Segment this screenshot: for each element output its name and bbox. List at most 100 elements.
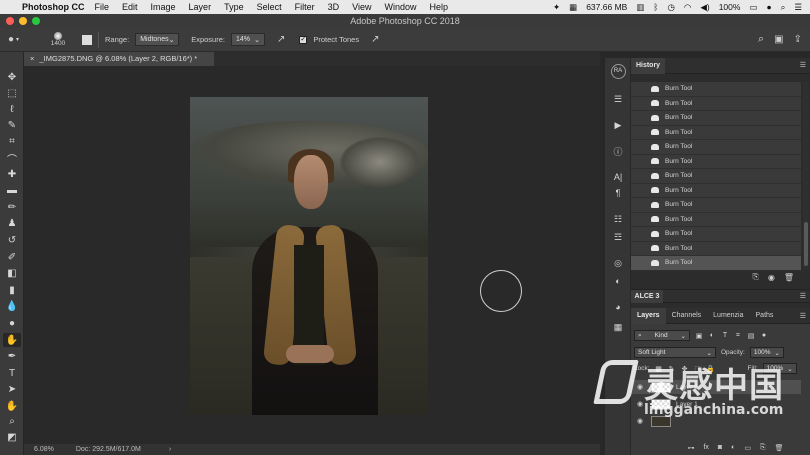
bluetooth-icon[interactable]: ᛒ [653,2,658,12]
lock-all-icon[interactable]: 🔒 [706,365,715,373]
layer-row-background[interactable]: ◉ [631,414,801,428]
history-step[interactable]: Burn Tool [631,155,801,169]
tab-channels[interactable]: Channels [666,308,708,324]
dodge-tool-icon[interactable]: ● [3,316,21,330]
menu-filter[interactable]: Filter [295,2,315,12]
crop-tool-icon[interactable]: ⌗ [3,134,21,148]
history-tab[interactable]: History [631,58,665,74]
menu-3d[interactable]: 3D [328,2,340,12]
tab-paths[interactable]: Paths [750,308,780,324]
new-layer-icon[interactable]: ⎘ [760,444,766,452]
document-tab[interactable]: × _IMG2875.DNG @ 6.08% (Layer 2, RGB/16*… [24,52,214,66]
menu-image[interactable]: Image [151,2,176,12]
paragraph-icon[interactable]: ¶ [610,186,626,200]
delete-state-icon[interactable]: 🗑 [784,273,794,282]
tab-lumenzia[interactable]: Lumenzia [707,308,749,324]
brush-preset-picker[interactable]: 1400 [46,32,70,47]
history-panel-icon[interactable]: ☰ [610,92,626,106]
history-step[interactable]: Burn Tool [631,111,801,126]
color-icon[interactable]: ◕ [610,300,626,314]
user-icon[interactable]: ● [766,2,771,12]
lock-position-icon[interactable]: ✥ [681,365,689,373]
actions-play-icon[interactable]: ▶ [610,118,626,132]
hand-tool-icon[interactable]: ✋ [3,399,21,413]
workspace-icon[interactable]: ▣ [774,34,783,45]
visibility-eye-icon[interactable]: ◉ [637,383,646,391]
spotlight-icon[interactable]: ⌕ [781,2,786,13]
alce-tab[interactable]: ALCE 3 [631,290,663,303]
type-tool-icon[interactable]: T [3,366,21,380]
canvas-area[interactable] [24,66,600,444]
navigator-icon[interactable]: ◐ [610,274,626,288]
history-step-current[interactable]: Burn Tool [631,256,801,271]
pen-tool-icon[interactable]: ✒ [3,349,21,363]
history-step[interactable]: Burn Tool [631,198,801,213]
eraser-tool-icon[interactable]: ◧ [3,266,21,280]
menu-file[interactable]: File [95,2,110,12]
blend-mode-select[interactable]: Soft Light ⌄ [634,347,716,358]
close-window-button[interactable] [6,17,14,25]
history-brush-tool-icon[interactable]: ↺ [3,233,21,247]
pencil-tool-icon[interactable]: ✐ [3,250,21,264]
marquee-tool-icon[interactable]: ⬚ [3,86,21,100]
zoom-window-button[interactable] [32,17,40,25]
visibility-eye-icon[interactable]: ◉ [637,400,646,408]
burn-tool-icon[interactable]: ✋ [3,333,21,347]
properties-icon[interactable]: ☲ [610,230,626,244]
brush-settings-icon[interactable] [82,34,92,45]
pressure-size-icon[interactable]: ↗ [371,34,379,45]
panel-menu-icon[interactable]: ☰ [800,292,806,300]
profile-badge[interactable]: RA [610,63,626,79]
clone-stamp-tool-icon[interactable]: ♟ [3,216,21,230]
pixel-filter-icon[interactable]: ▣ [695,332,703,340]
menu-view[interactable]: View [352,2,371,12]
protect-tones-checkbox[interactable]: ✓ [299,35,308,44]
lasso-tool-icon[interactable]: ℓ [3,102,21,116]
history-step[interactable]: Burn Tool [631,126,801,140]
menu-list-icon[interactable]: ☰ [794,2,802,13]
new-snapshot-icon[interactable]: ◉ [768,273,775,282]
history-step[interactable]: Burn Tool [631,184,801,198]
history-step[interactable]: Burn Tool [631,213,801,227]
add-mask-icon[interactable]: ◙ [718,444,722,451]
lock-artboard-icon[interactable]: ⬚ [694,365,702,373]
gradient-tool-icon[interactable]: ▮ [3,283,21,297]
link-layers-icon[interactable]: ⊶ [687,444,694,452]
history-step[interactable]: Burn Tool [631,169,801,184]
swatches-icon[interactable]: ▦ [610,320,626,334]
menu-window[interactable]: Window [384,2,416,12]
type-filter-icon[interactable]: T [721,332,729,340]
menu-type[interactable]: Type [224,2,244,12]
delete-layer-icon[interactable]: 🗑 [775,444,784,452]
history-step[interactable]: Burn Tool [631,242,801,256]
new-document-from-state-icon[interactable]: ⎘ [752,272,758,282]
history-step[interactable]: Burn Tool [631,227,801,242]
character-icon[interactable]: A| [610,170,626,184]
app-menu[interactable]: Photoshop CC [22,2,85,12]
memory-readout[interactable]: 637.66 MB [586,2,627,12]
lock-transparent-icon[interactable]: ▦ [655,365,663,373]
volume-icon[interactable]: ◀) [700,2,709,13]
history-step[interactable]: Burn Tool [631,140,801,155]
layer-row[interactable]: ◉ Layer 2 [631,380,801,394]
share-icon[interactable]: ⇪ [794,34,802,45]
memory-icon[interactable]: ▦ [569,2,577,13]
history-scrollbar[interactable] [803,82,809,270]
new-adjustment-icon[interactable]: ◐ [731,444,735,451]
panel-menu-icon[interactable]: ☰ [800,61,806,69]
opacity-input[interactable]: 100% ⌄ [749,347,784,358]
exposure-input[interactable]: 14% ⌄ [230,33,265,46]
status-menu-arrow[interactable]: › [169,446,171,453]
eyedropper-tool-icon[interactable]: ⌒ [3,151,21,166]
document-image[interactable] [190,97,428,415]
wifi-icon[interactable]: ◠ [684,2,691,13]
path-selection-tool-icon[interactable]: ➤ [3,382,21,396]
range-select[interactable]: Midtones ⌄ [135,33,180,46]
close-tab-icon[interactable]: × [30,54,34,63]
smart-object-filter-icon[interactable]: ▤ [747,332,755,340]
history-step[interactable]: Burn Tool [631,97,801,111]
shape-filter-icon[interactable]: ⌗ [734,332,742,340]
dropbox-icon[interactable]: ✦ [553,2,560,13]
adjustment-filter-icon[interactable]: ◐ [708,332,716,340]
scrollbar-thumb[interactable] [804,222,808,266]
